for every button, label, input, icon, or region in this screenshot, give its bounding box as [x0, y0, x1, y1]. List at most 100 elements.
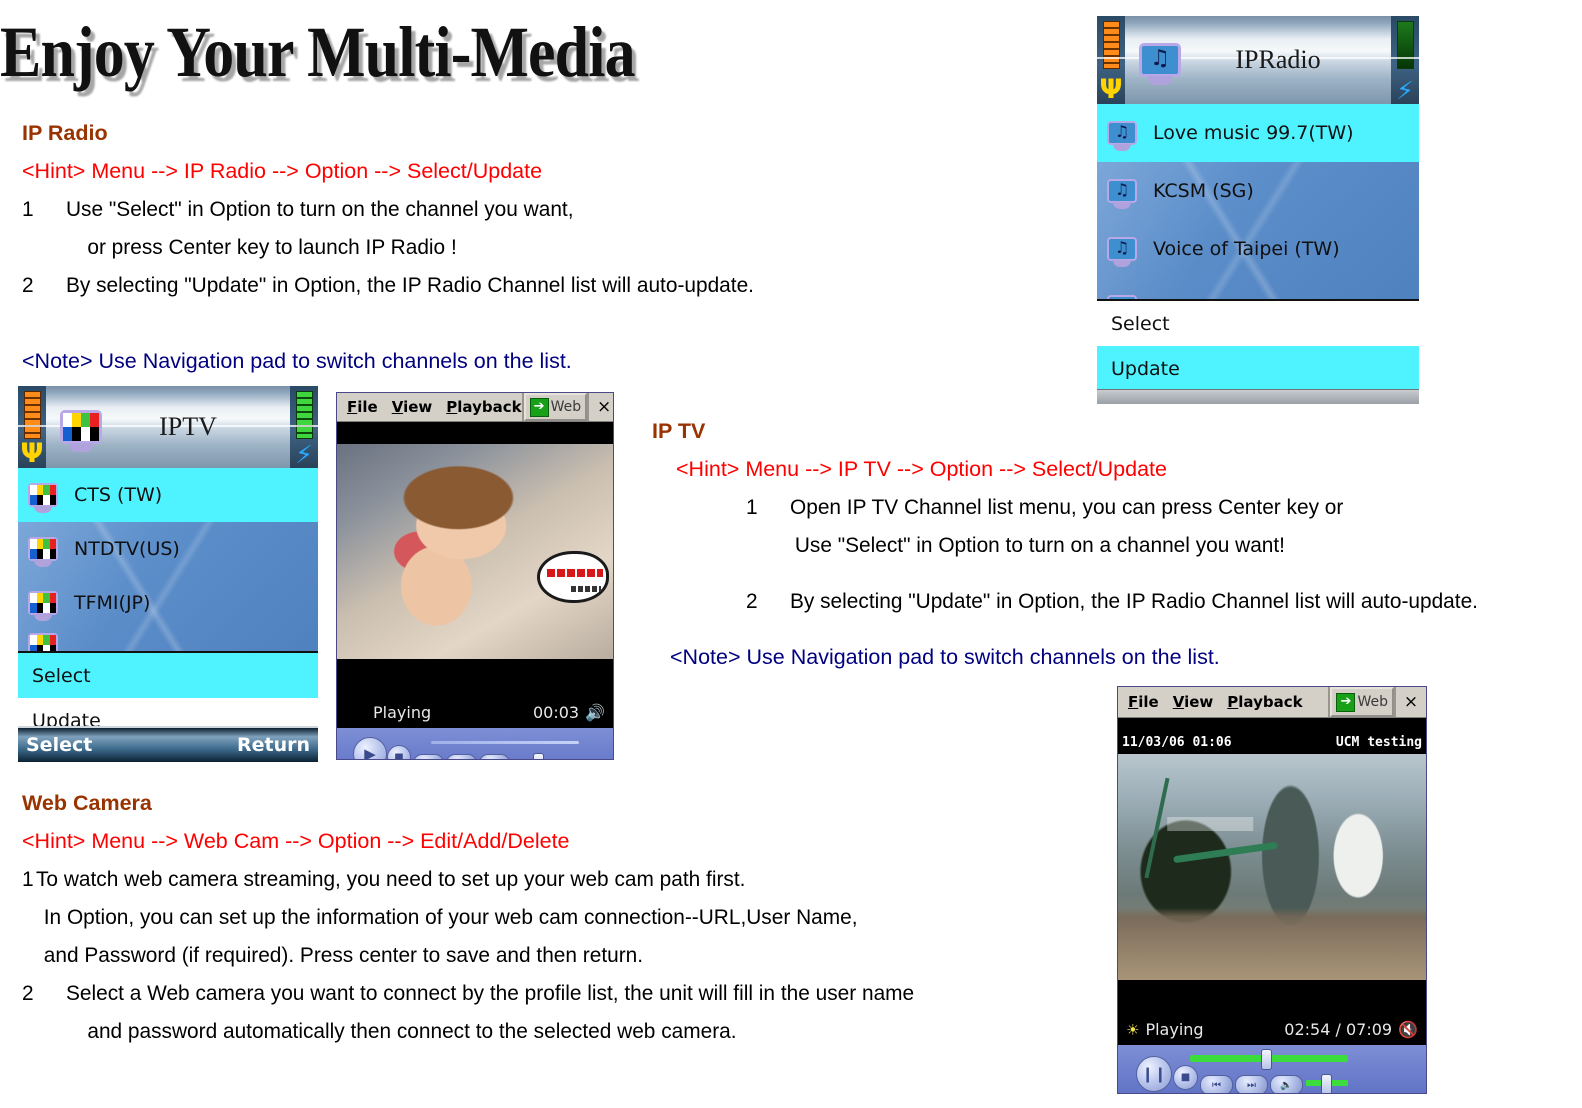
- ipradio-option-menu[interactable]: Select Update: [1097, 299, 1419, 393]
- web-button[interactable]: ➔ Web: [1330, 687, 1394, 717]
- next-button[interactable]: ⏭: [446, 754, 477, 759]
- list-item[interactable]: ♫ Voice of Taipei (TW): [1097, 220, 1419, 278]
- iptv-title: IPTV: [159, 412, 217, 441]
- web-camera-step-1: 1 To watch web camera streaming, you nee…: [22, 860, 1082, 974]
- monitor-testpattern-icon: [60, 410, 102, 444]
- ip-radio-note: <Note> Use Navigation pad to switch chan…: [22, 349, 572, 373]
- menu-view[interactable]: View: [392, 398, 433, 416]
- menu-item-select[interactable]: Select: [1097, 301, 1419, 346]
- web-button[interactable]: ➔ Web: [523, 393, 588, 421]
- ip-tv-section: IP TV <Hint> Menu --> IP TV --> Option -…: [652, 412, 1582, 676]
- battery-indicator: ⚡: [290, 386, 318, 468]
- list-item[interactable]: ♫ Love music 99.7(TW): [1097, 104, 1419, 162]
- channel-name: Love music 99.7(TW): [1153, 122, 1354, 144]
- test-pattern: [63, 413, 99, 441]
- ipradio-footer-bar: [1097, 389, 1419, 404]
- previous-button[interactable]: ⏮: [1200, 1075, 1233, 1093]
- monitor-music-icon: ♫: [1139, 43, 1181, 77]
- video-text-overlay: [1167, 817, 1254, 832]
- player-menus: File View Playback: [337, 393, 524, 421]
- menu-view[interactable]: View: [1173, 693, 1214, 711]
- test-pattern: [30, 593, 56, 613]
- mute-button[interactable]: 🔈: [1270, 1075, 1303, 1093]
- step-line: In Option, you can set up the informatio…: [43, 905, 858, 929]
- mute-button[interactable]: 🔈: [479, 754, 510, 759]
- menu-file-mnemonic: F: [1128, 693, 1139, 711]
- step-line: Use "Select" in Option to turn on a chan…: [794, 533, 1285, 557]
- video-frame: [1118, 754, 1426, 980]
- play-button[interactable]: ▶: [353, 737, 387, 759]
- signal-strength-indicator: Ψ: [18, 386, 46, 468]
- music-note-glyph: ♫: [1114, 237, 1130, 257]
- volume-knob[interactable]: [1321, 1074, 1332, 1093]
- ip-radio-step-2: 2 By selecting "Update" in Option, the I…: [22, 266, 1022, 304]
- list-item[interactable]: ♫ KCSM (SG): [1097, 162, 1419, 220]
- menu-playback[interactable]: Playback: [1227, 693, 1302, 711]
- playback-status: Playing: [373, 703, 432, 722]
- music-note-glyph: ♫: [1114, 179, 1130, 199]
- step-line: or press Center key to launch IP Radio !: [87, 235, 457, 259]
- speech-bubble-text: [547, 569, 603, 578]
- ip-tv-heading: IP TV: [652, 419, 706, 443]
- channel-name: CTS (TW): [74, 484, 163, 506]
- iptv-media-player-window: File View Playback ➔ Web × Playing 00:03…: [336, 392, 614, 760]
- menu-file[interactable]: File: [1128, 693, 1159, 711]
- menu-item-update[interactable]: Update: [1097, 346, 1419, 391]
- close-icon[interactable]: ×: [587, 393, 613, 421]
- video-frame: [337, 444, 613, 659]
- menu-item-select[interactable]: Select: [18, 653, 318, 698]
- playback-time: 00:03: [532, 703, 580, 722]
- webcam-media-player-window: File View Playback ➔ Web × 11/03/06 01:0…: [1117, 686, 1427, 1094]
- monitor-music-icon: ♫: [1107, 179, 1137, 203]
- menu-playback-rest: layback: [1238, 693, 1303, 711]
- signal-bars-icon: [23, 391, 41, 439]
- ip-radio-heading: IP Radio: [22, 121, 108, 145]
- ip-tv-step-1: 1 Open IP TV Channel list menu, you can …: [652, 488, 1582, 564]
- battery-indicator: ⚡: [1391, 16, 1419, 104]
- close-icon[interactable]: ×: [1394, 687, 1426, 717]
- ipradio-title: IPRadio: [1235, 45, 1321, 74]
- ipradio-device-screen: Ψ ♫ IPRadio ⚡ ♫ Love music 99.7(TW) ♫ KC…: [1097, 16, 1419, 404]
- menu-playback[interactable]: Playback: [446, 398, 521, 416]
- volume-knob[interactable]: [533, 753, 544, 759]
- list-item[interactable]: TFMI(JP): [18, 576, 318, 630]
- web-camera-heading: Web Camera: [22, 791, 152, 815]
- video-osd-overlay: 11/03/06 01:06 UCM testing: [1118, 735, 1426, 750]
- arrow-right-icon: ➔: [529, 397, 549, 417]
- iptv-device-screen: Ψ IPTV ⚡ CTS (TW) NTDTV(US) TFMI(JP) Sel…: [18, 386, 318, 762]
- seek-bar[interactable]: [431, 741, 579, 744]
- stop-button[interactable]: ■: [387, 745, 411, 759]
- speaker-on-icon[interactable]: 🔊: [585, 703, 605, 722]
- pause-button[interactable]: ❙❙: [1136, 1056, 1172, 1092]
- player-menubar: File View Playback ➔ Web ×: [1118, 687, 1426, 718]
- step-line: To watch web camera streaming, you need …: [36, 867, 746, 891]
- step-line: By selecting "Update" in Option, the IP …: [66, 273, 754, 297]
- speaker-mute-icon[interactable]: 🔇: [1398, 1020, 1418, 1039]
- volume-bar[interactable]: [514, 759, 556, 760]
- seek-knob[interactable]: [1261, 1049, 1272, 1070]
- step-number: 2: [22, 273, 34, 297]
- menu-view-mnemonic: V: [1172, 693, 1185, 711]
- webcam-video-area[interactable]: 11/03/06 01:06 UCM testing: [1118, 718, 1426, 1014]
- list-item[interactable]: CTS (TW): [18, 468, 318, 522]
- web-button-label: Web: [1357, 694, 1388, 710]
- iptv-header: Ψ IPTV ⚡: [18, 386, 318, 468]
- monitor-music-icon: ♫: [1107, 121, 1137, 145]
- player-menubar: File View Playback ➔ Web ×: [337, 393, 613, 422]
- menu-file[interactable]: File: [347, 398, 378, 416]
- osd-camera-name: UCM testing: [1335, 735, 1422, 750]
- channel-name: TFMI(JP): [74, 592, 151, 614]
- step-number: 1: [746, 495, 758, 519]
- list-item[interactable]: NTDTV(US): [18, 522, 318, 576]
- menu-playback-mnemonic: P: [446, 398, 458, 416]
- antenna-icon: Ψ: [1099, 74, 1123, 105]
- softkey-right[interactable]: Return: [237, 734, 310, 756]
- stop-button[interactable]: ■: [1173, 1065, 1198, 1090]
- previous-button[interactable]: ⏮: [413, 754, 444, 759]
- next-button[interactable]: ⏭: [1235, 1075, 1268, 1093]
- webcam-player-statusbar: ☀ Playing 02:54 / 07:09 🔇: [1118, 1014, 1426, 1045]
- speech-bubble-text-2: [571, 586, 601, 593]
- monitor-music-icon: ♫: [1107, 237, 1137, 261]
- softkey-left[interactable]: Select: [26, 734, 92, 756]
- iptv-video-area[interactable]: [337, 422, 613, 697]
